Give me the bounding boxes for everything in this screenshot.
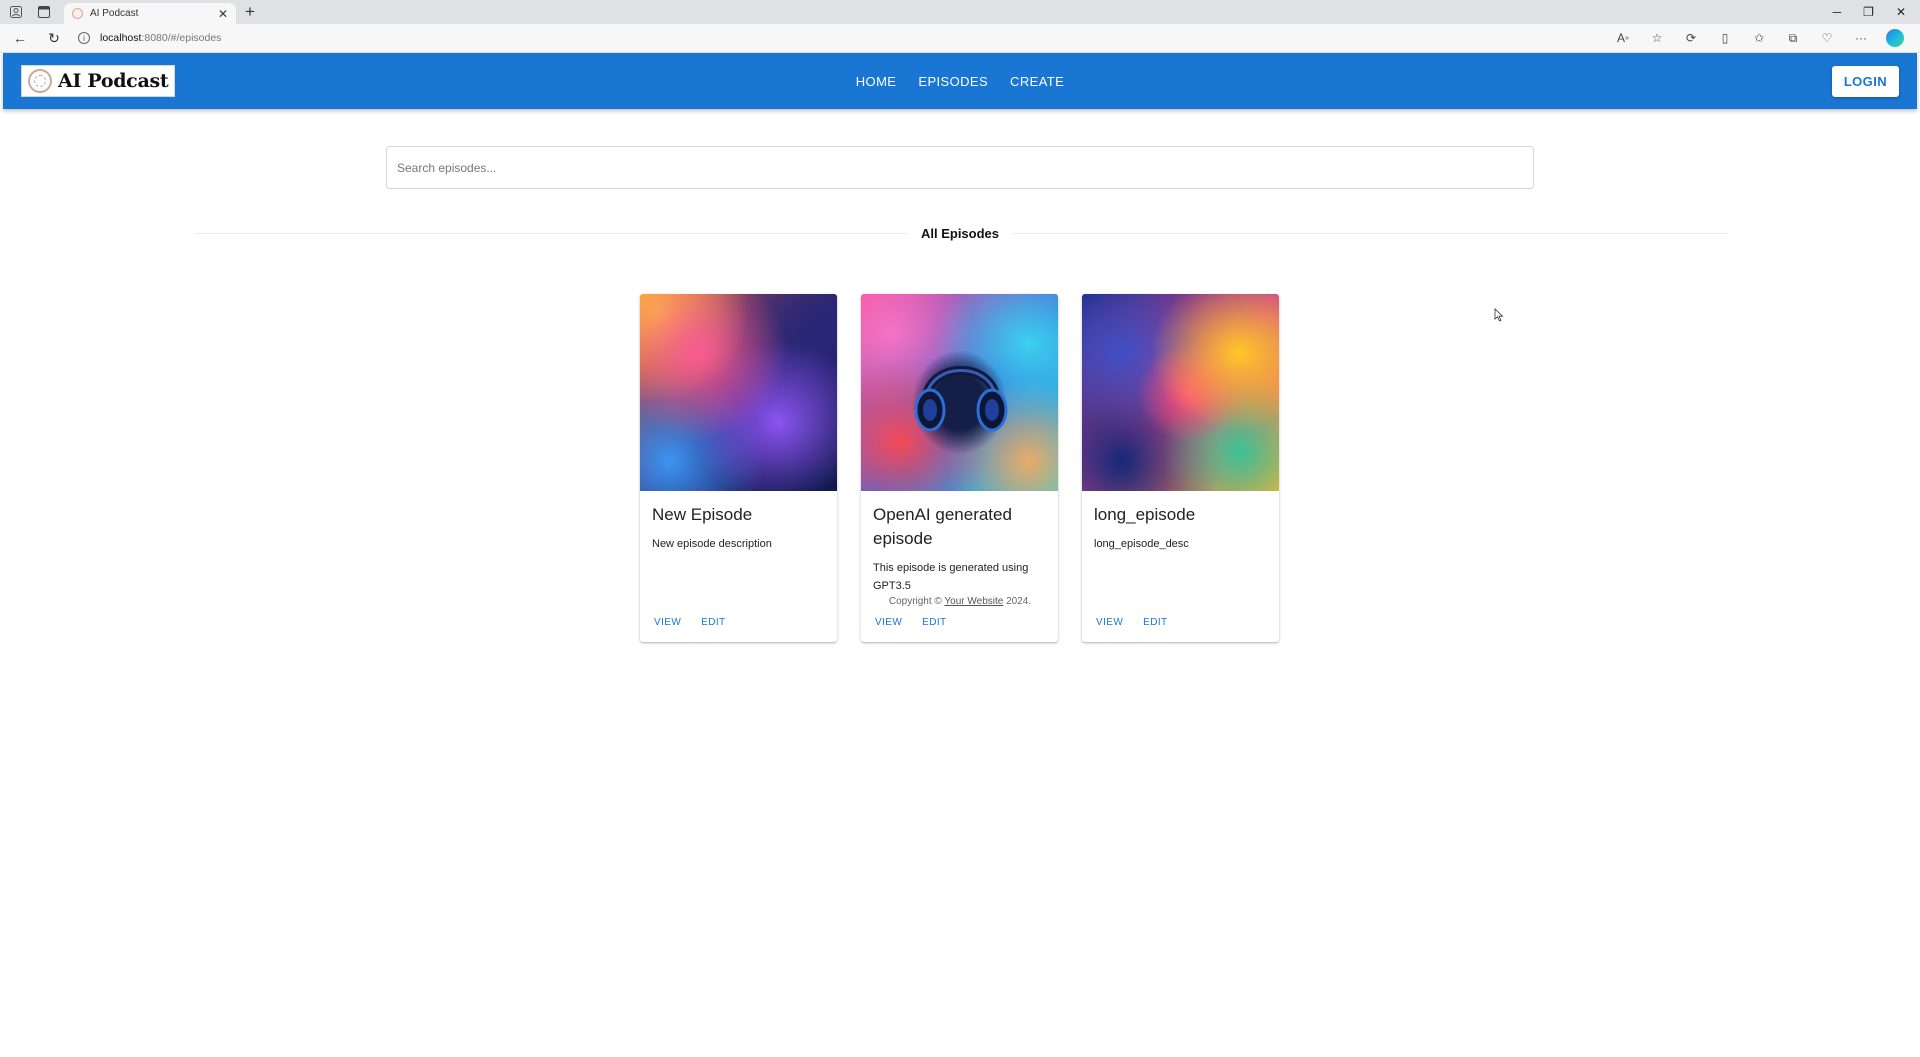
- split-screen-icon[interactable]: ▯: [1716, 29, 1734, 47]
- browser-tab[interactable]: AI Podcast ✕: [64, 3, 236, 24]
- browser-toolbar: A» ☆ ⟳ ▯ ✩ ⧉ ♡ ···: [1614, 29, 1910, 47]
- nav-home[interactable]: HOME: [849, 66, 904, 97]
- new-tab-icon[interactable]: +: [238, 0, 262, 24]
- collections-icon[interactable]: ⧉: [1784, 29, 1802, 47]
- browser-address-bar: ← ↻ i localhost:8080/#/episodes A» ☆ ⟳ ▯…: [0, 24, 1920, 53]
- episode-cover-image: [1082, 294, 1279, 491]
- tab-close-icon[interactable]: ✕: [218, 7, 228, 21]
- tab-favicon-icon: [72, 8, 83, 19]
- edit-button[interactable]: EDIT: [916, 613, 952, 632]
- search-field[interactable]: [386, 146, 1534, 189]
- more-options-icon[interactable]: ···: [1852, 29, 1870, 47]
- nav-create[interactable]: CREATE: [1003, 66, 1071, 97]
- mouse-cursor-icon: [1494, 308, 1504, 322]
- section-title: All Episodes: [906, 226, 1014, 241]
- view-button[interactable]: VIEW: [1090, 613, 1129, 632]
- footer-website-link[interactable]: Your Website: [944, 596, 1003, 607]
- url-path: :8080/#/episodes: [141, 32, 222, 44]
- episode-cover-image: [640, 294, 837, 491]
- favorite-star-icon[interactable]: ☆: [1648, 29, 1666, 47]
- view-button[interactable]: VIEW: [869, 613, 908, 632]
- tab-title: AI Podcast: [90, 8, 139, 19]
- episode-description: long_episode_desc: [1094, 538, 1189, 550]
- app-logo[interactable]: AI Podcast: [21, 65, 176, 97]
- episode-cover-image: [861, 294, 1058, 491]
- episode-title: OpenAI generated episode: [873, 505, 1012, 548]
- footer-prefix: Copyright ©: [888, 596, 945, 607]
- footer: Copyright © Your Website 2024.: [3, 596, 1917, 607]
- main-nav: HOME EPISODES CREATE: [849, 66, 1071, 97]
- copilot-icon[interactable]: [1886, 29, 1904, 47]
- episode-title: long_episode: [1094, 505, 1196, 524]
- favorites-icon[interactable]: ✩: [1750, 29, 1768, 47]
- restore-icon[interactable]: ❐: [1863, 5, 1874, 19]
- extension-icon[interactable]: ⟳: [1682, 29, 1700, 47]
- podcast-logo-icon: [28, 69, 52, 93]
- footer-suffix: 2024.: [1003, 596, 1032, 607]
- profile-icon[interactable]: [6, 2, 26, 22]
- episode-description: New episode description: [652, 538, 772, 550]
- headphones-icon: [914, 366, 1008, 432]
- section-heading: All Episodes: [3, 225, 1917, 243]
- nav-episodes[interactable]: EPISODES: [911, 66, 995, 97]
- tab-actions-icon[interactable]: [34, 2, 54, 22]
- episode-list: New Episode New episode description VIEW…: [640, 294, 1279, 642]
- login-button[interactable]: LOGIN: [1831, 65, 1899, 97]
- browser-tab-bar: AI Podcast ✕ + ─ ❐ ✕: [0, 0, 1920, 24]
- url-host: localhost: [100, 32, 142, 44]
- view-button[interactable]: VIEW: [648, 613, 687, 632]
- reload-icon[interactable]: ↻: [44, 28, 64, 48]
- logo-text: AI Podcast: [58, 70, 169, 92]
- window-controls: ─ ❐ ✕: [1833, 0, 1914, 24]
- app-bar: AI Podcast HOME EPISODES CREATE LOGIN: [3, 53, 1917, 109]
- read-aloud-icon[interactable]: A»: [1614, 29, 1632, 47]
- url-field[interactable]: i localhost:8080/#/episodes: [78, 27, 1600, 49]
- episode-description: This episode is generated using GPT3.5: [873, 562, 1029, 592]
- search-input[interactable]: [397, 160, 1523, 175]
- browser-essentials-icon[interactable]: ♡: [1818, 29, 1836, 47]
- minimize-icon[interactable]: ─: [1833, 5, 1842, 19]
- episode-card: New Episode New episode description VIEW…: [640, 294, 837, 642]
- episode-card: OpenAI generated episode This episode is…: [861, 294, 1058, 642]
- site-info-icon[interactable]: i: [78, 32, 90, 44]
- episode-card: long_episode long_episode_desc VIEW EDIT: [1082, 294, 1279, 642]
- edit-button[interactable]: EDIT: [695, 613, 731, 632]
- back-icon[interactable]: ←: [10, 28, 30, 48]
- episode-title: New Episode: [652, 505, 753, 524]
- edit-button[interactable]: EDIT: [1137, 613, 1173, 632]
- close-window-icon[interactable]: ✕: [1896, 5, 1906, 19]
- page-viewport: AI Podcast HOME EPISODES CREATE LOGIN Al…: [3, 53, 1917, 1054]
